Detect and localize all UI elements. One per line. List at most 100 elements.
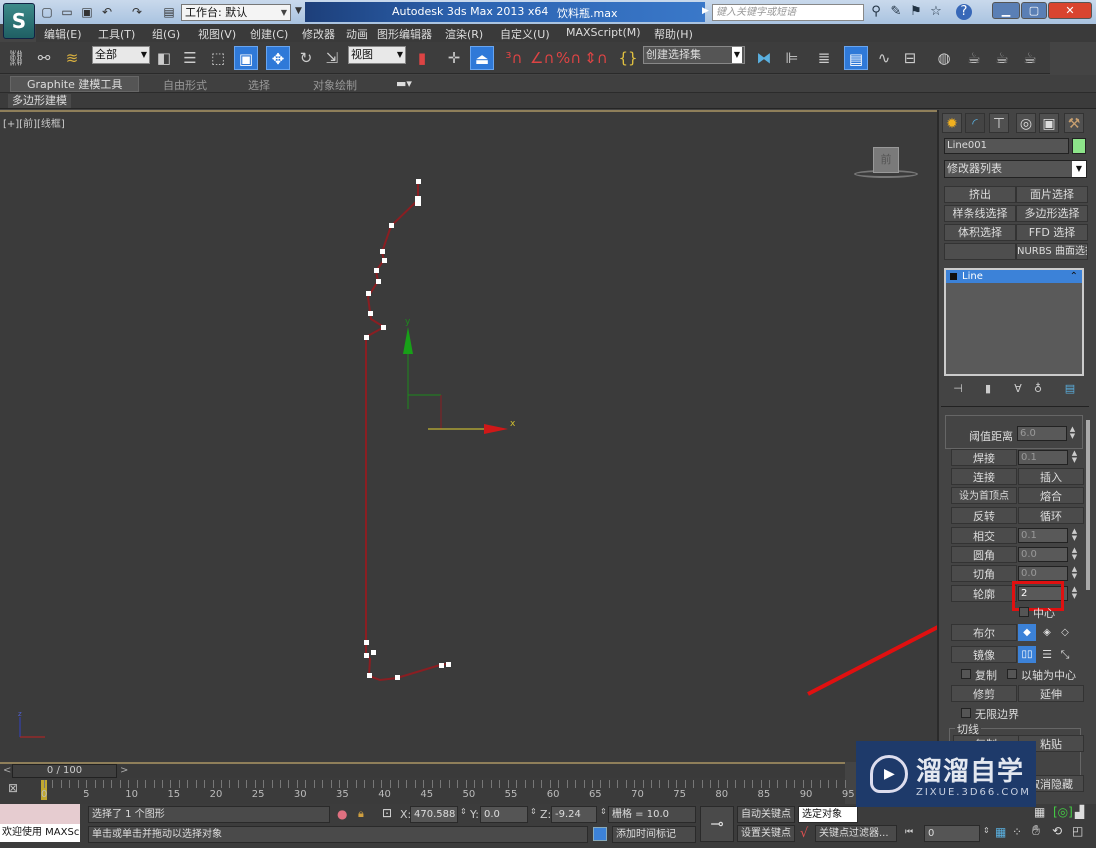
motion-tab-icon[interactable]: ◎ — [1016, 113, 1036, 133]
project-folder-icon[interactable]: ▤ — [162, 5, 176, 19]
window-crossing-icon[interactable]: ▣ — [234, 46, 258, 70]
time-config-icon[interactable]: ▦ — [995, 825, 1006, 839]
crossinsert-spinner[interactable]: 0.1 — [1018, 528, 1068, 543]
threshold-spinner[interactable]: 6.0 — [1017, 426, 1067, 441]
menu-graph-editors[interactable]: 图形编辑器 — [377, 26, 432, 42]
boolean-subtract-icon[interactable]: ◈ — [1039, 624, 1055, 641]
render-setup-icon[interactable]: ☕ — [962, 46, 986, 70]
zoom-all-icon[interactable]: ▦ — [1034, 805, 1045, 819]
select-object-icon[interactable]: ◧ — [152, 46, 176, 70]
percent-snap-icon[interactable]: %∩ — [556, 46, 581, 70]
vol-select-button[interactable]: 体积选择 — [944, 224, 1016, 241]
minimize-button[interactable]: ▁ — [992, 2, 1020, 19]
frame-spinner-icon[interactable]: ⇕ — [983, 826, 990, 835]
show-end-result-icon[interactable]: ▮ — [979, 382, 997, 398]
zoom-extents-all-icon[interactable]: ⁘ — [1012, 825, 1022, 839]
menu-help[interactable]: 帮助(H) — [654, 26, 693, 42]
open-file-icon[interactable]: ▭ — [60, 5, 74, 19]
isolate-selection-icon[interactable]: ● — [337, 807, 347, 821]
menu-modifiers[interactable]: 修改器 — [302, 26, 335, 42]
menu-views[interactable]: 视图(V) — [198, 26, 236, 42]
key-mode-dropdown[interactable]: 选定对象 — [798, 806, 858, 823]
display-tab-icon[interactable]: ▣ — [1039, 113, 1059, 133]
object-color-swatch[interactable] — [1072, 138, 1086, 154]
save-icon[interactable]: ▣ — [80, 5, 94, 19]
undo-icon[interactable]: ↶ — [100, 5, 114, 19]
favorites-icon[interactable]: ☆ — [928, 4, 944, 20]
y-spinner-icon[interactable]: ⇕ — [530, 807, 537, 816]
maxscript-output[interactable]: 欢迎使用 MAXSc — [0, 824, 80, 842]
extend-button[interactable]: 延伸 — [1018, 685, 1084, 702]
pivot-center-icon[interactable]: ▮ — [410, 46, 434, 70]
angle-snap-icon[interactable]: ∠∩ — [530, 46, 554, 70]
reference-coord-dropdown[interactable]: 视图 ▼ — [348, 46, 406, 64]
nurbs-surface-select-button[interactable]: NURBS 曲面选择 — [1016, 243, 1088, 260]
edit-named-selection-icon[interactable]: {} — [616, 46, 640, 70]
configure-modifier-sets-icon[interactable]: ▤ — [1061, 382, 1079, 398]
go-to-start-icon[interactable]: ⏮ — [905, 827, 913, 837]
selection-lock-icon[interactable]: 🔒︎ — [358, 807, 364, 821]
mirror-horizontal-icon[interactable]: ▯▯ — [1018, 646, 1036, 663]
fillet-button[interactable]: 圆角 — [951, 546, 1017, 563]
threshold-spinner-arrows[interactable]: ▲ ▼ — [1068, 426, 1077, 441]
prev-frame-icon[interactable]: < — [3, 765, 11, 776]
ribbon-options-icon[interactable]: ▬▾ — [396, 77, 412, 90]
fuse-button[interactable]: 熔合 — [1018, 487, 1084, 504]
hierarchy-tab-icon[interactable]: ⊤ — [989, 113, 1009, 133]
field-of-view-icon[interactable]: ▟ — [1075, 805, 1084, 819]
menu-animation[interactable]: 动画 — [346, 26, 368, 42]
binoculars-icon[interactable]: ⚲ — [868, 4, 884, 20]
add-time-tag[interactable]: 添加时间标记 — [612, 826, 696, 843]
viewport-front[interactable]: [+][前][线框] 前 x y z — [0, 110, 937, 762]
redo-icon[interactable]: ↷ — [130, 5, 144, 19]
mirror-button[interactable]: 镜像 — [951, 646, 1017, 663]
about-pivot-checkbox[interactable] — [1007, 669, 1017, 679]
pan-view-icon[interactable]: ✋︎ — [1032, 823, 1040, 839]
customize-quick-access-icon[interactable]: ▼ — [295, 6, 302, 16]
track-bar[interactable]: ⊠ 0 5 10 15 20 25 30 35 40 45 50 55 60 65 70 75 80 85 90 95 — [0, 778, 855, 804]
boolean-union-icon[interactable]: ◆ — [1018, 624, 1036, 641]
next-frame-icon[interactable]: > — [120, 765, 128, 776]
auto-key-button[interactable]: 自动关键点 — [737, 806, 795, 823]
orbit-icon[interactable]: ⟲ — [1052, 824, 1062, 838]
select-link-icon[interactable]: ⛓ — [4, 46, 28, 70]
polygon-modeling-button[interactable]: 多边形建模 — [8, 94, 71, 108]
layer-manager-icon[interactable]: ≣ — [812, 46, 836, 70]
expand-icon[interactable]: ⌃ — [1070, 270, 1078, 283]
material-editor-icon[interactable]: ◍ — [932, 46, 956, 70]
set-key-icon[interactable]: ⊸ — [700, 806, 734, 842]
menu-maxscript[interactable]: MAXScript(M) — [566, 26, 641, 39]
schematic-view-icon[interactable]: ⊟ — [898, 46, 922, 70]
search-expand-icon[interactable]: ▶ — [702, 6, 709, 16]
scene-explorer-icon[interactable]: ▤ — [844, 46, 868, 70]
menu-tools[interactable]: 工具(T) — [98, 26, 135, 42]
menu-edit[interactable]: 编辑(E) — [44, 26, 82, 42]
render-production-icon[interactable]: ☕ — [1018, 46, 1042, 70]
outline-spinner-arrows[interactable]: ▲ ▼ — [1070, 586, 1079, 601]
snaps-toggle-icon[interactable]: ³∩ — [502, 46, 526, 70]
bind-space-warp-icon[interactable]: ≋ — [60, 46, 84, 70]
copy-checkbox[interactable] — [961, 669, 971, 679]
boolean-button[interactable]: 布尔 — [951, 624, 1017, 641]
maxscript-listener-mini[interactable] — [0, 804, 80, 824]
mirror-vertical-icon[interactable]: ☰ — [1039, 646, 1055, 663]
communication-icon[interactable]: ⚑ — [908, 4, 924, 20]
key-filters-button[interactable]: 关键点过滤器... — [815, 825, 897, 842]
set-key-button[interactable]: 设置关键点 — [737, 825, 795, 842]
select-move-icon[interactable]: ✥ — [266, 46, 290, 70]
align-icon[interactable]: ⊫ — [780, 46, 804, 70]
weld-button[interactable]: 焊接 — [951, 449, 1017, 466]
z-spinner-icon[interactable]: ⇕ — [600, 807, 607, 816]
pin-stack-icon[interactable]: ⊣ — [949, 382, 967, 398]
chamfer-spinner[interactable]: 0.0 — [1018, 566, 1068, 581]
infinite-bounds-checkbox[interactable] — [961, 708, 971, 718]
chamfer-spinner-arrows[interactable]: ▲ ▼ — [1070, 566, 1079, 581]
fillet-spinner-arrows[interactable]: ▲ ▼ — [1070, 547, 1079, 562]
select-by-name-icon[interactable]: ☰ — [178, 46, 202, 70]
current-frame-field[interactable]: 0 — [924, 825, 980, 842]
patch-select-button[interactable]: 面片选择 — [1016, 186, 1088, 203]
menu-rendering[interactable]: 渲染(R) — [445, 26, 483, 42]
make-unique-icon[interactable]: ∀ — [1009, 382, 1027, 398]
y-coordinate-field[interactable]: 0.0 — [480, 806, 528, 823]
new-file-icon[interactable]: ▢ — [40, 5, 54, 19]
